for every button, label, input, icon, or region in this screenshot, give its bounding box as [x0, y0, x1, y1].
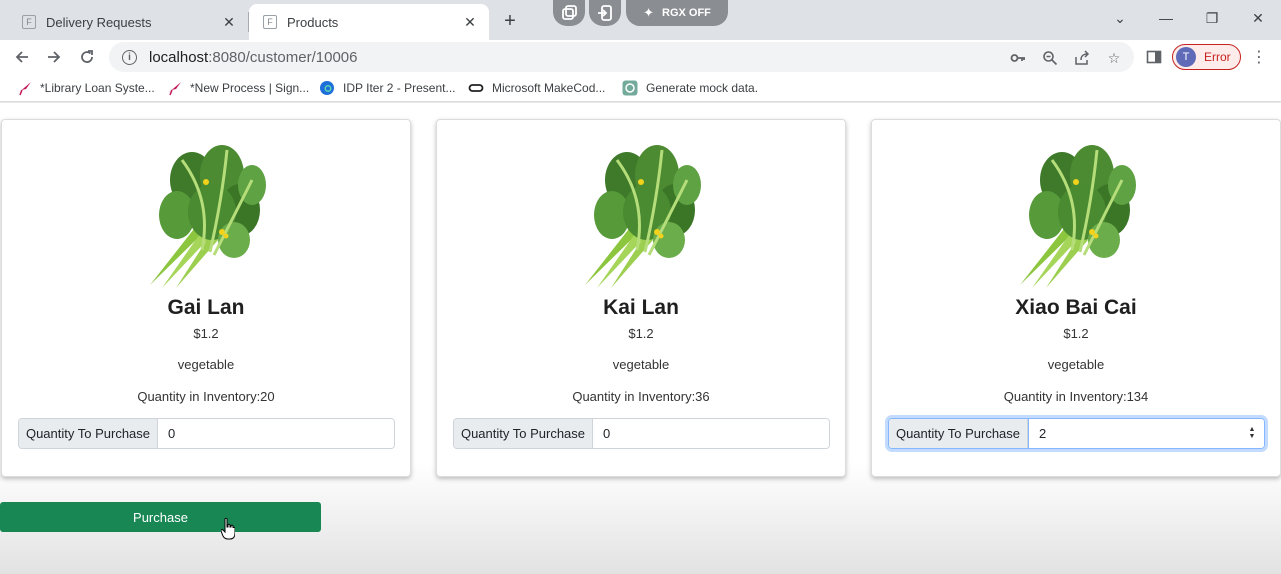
leafy-greens-icon	[1020, 145, 1136, 288]
link-icon	[468, 80, 484, 96]
bookmark-label: *Library Loan Syste...	[40, 81, 155, 95]
rgx-extension-button[interactable]: ✦ RGX OFF	[626, 0, 728, 26]
quantity-input[interactable]	[158, 419, 394, 448]
url-path: :8080/customer/10006	[208, 48, 358, 66]
minimize-icon[interactable]: —	[1154, 8, 1178, 28]
close-tab-icon[interactable]: ✕	[461, 13, 479, 31]
product-name: Kai Lan	[603, 296, 679, 319]
popout-icon[interactable]	[553, 0, 585, 26]
product-price: $1.2	[628, 326, 654, 341]
quantity-input[interactable]	[593, 419, 829, 448]
browser-toolbar: i localhost:8080/customer/10006 ☆ T Erro…	[0, 40, 1281, 74]
url-host: localhost	[149, 48, 209, 66]
bookmark-item[interactable]: Microsoft MakeCod...	[468, 79, 605, 97]
bookmarks-bar: *Library Loan Syste... *New Process | Si…	[0, 74, 1281, 102]
avatar: T	[1176, 47, 1196, 67]
product-image	[142, 140, 272, 290]
profile-button[interactable]: T Error	[1172, 44, 1241, 70]
sparkle-icon: ✦	[643, 5, 654, 20]
reload-icon[interactable]	[74, 44, 100, 70]
product-inventory: Quantity in Inventory:36	[572, 389, 710, 404]
tab-products[interactable]: F Products ✕	[249, 4, 489, 40]
product-card: Gai Lan $1.2 vegetable Quantity in Inven…	[1, 119, 411, 477]
bookmark-item[interactable]: Generate mock data.	[622, 79, 758, 97]
quantity-label: Quantity To Purchase	[889, 419, 1028, 448]
purchase-button[interactable]: Purchase	[0, 502, 321, 532]
product-name: Xiao Bai Cai	[1015, 296, 1137, 319]
bookmark-star-icon[interactable]: ☆	[1105, 49, 1123, 67]
close-window-icon[interactable]: ✕	[1246, 8, 1270, 28]
product-price: $1.2	[1063, 326, 1089, 341]
zoom-icon[interactable]	[1041, 49, 1059, 67]
restore-icon[interactable]: ❐	[1200, 8, 1224, 28]
new-tab-icon[interactable]: +	[498, 9, 522, 33]
profile-status: Error	[1204, 50, 1231, 64]
bookmark-item[interactable]: IDP Iter 2 - Present...	[319, 79, 456, 97]
quantity-input-group: Quantity To Purchase ▲▼	[888, 418, 1265, 449]
page-favicon-icon: F	[263, 15, 277, 29]
address-bar[interactable]: i localhost:8080/customer/10006 ☆	[109, 42, 1134, 72]
product-name: Gai Lan	[167, 296, 245, 319]
number-spinner-icon[interactable]: ▲ ▼	[1248, 426, 1256, 440]
product-inventory: Quantity in Inventory:134	[1003, 389, 1149, 404]
quantity-label: Quantity To Purchase	[454, 419, 593, 448]
bookmark-label: IDP Iter 2 - Present...	[343, 81, 456, 95]
bookmark-item[interactable]: *Library Loan Syste...	[16, 79, 155, 97]
share-icon[interactable]	[1073, 49, 1091, 67]
quantity-label: Quantity To Purchase	[19, 419, 158, 448]
tab-delivery-requests[interactable]: F Delivery Requests ✕	[8, 4, 248, 40]
enter-icon[interactable]	[589, 0, 621, 26]
tab-title: Delivery Requests	[46, 14, 152, 30]
product-category: vegetable	[1047, 357, 1105, 372]
bird-icon	[166, 80, 182, 96]
site-info-icon[interactable]: i	[122, 49, 137, 65]
back-arrow-icon[interactable]	[9, 44, 35, 70]
product-card: Kai Lan $1.2 vegetable Quantity in Inven…	[436, 119, 846, 477]
page-content: Gai Lan $1.2 vegetable Quantity in Inven…	[0, 103, 1281, 574]
edge-icon	[319, 80, 335, 96]
kebab-menu-icon[interactable]: ⋮	[1250, 48, 1268, 66]
product-category: vegetable	[612, 357, 670, 372]
url-text: localhost:8080/customer/10006	[149, 49, 357, 66]
bookmark-item[interactable]: *New Process | Sign...	[166, 79, 309, 97]
bird-icon	[16, 80, 32, 96]
tab-title: Products	[287, 14, 339, 30]
bookmark-label: Generate mock data.	[646, 81, 759, 95]
quantity-input[interactable]	[1028, 419, 1264, 448]
leafy-greens-icon	[585, 145, 701, 288]
key-icon[interactable]	[1009, 49, 1027, 67]
hand-cursor-icon	[221, 518, 235, 540]
page-favicon-icon: F	[22, 15, 36, 29]
bookmark-label: *New Process | Sign...	[190, 81, 310, 95]
tab-strip: F Delivery Requests ✕ F Products ✕ + ✦ R…	[0, 0, 1281, 40]
quantity-input-group: Quantity To Purchase	[453, 418, 830, 449]
quantity-input-group: Quantity To Purchase	[18, 418, 395, 449]
openai-icon	[622, 80, 638, 96]
product-image	[1012, 140, 1142, 290]
product-card: Xiao Bai Cai $1.2 vegetable Quantity in …	[871, 119, 1281, 477]
forward-arrow-icon[interactable]	[41, 44, 67, 70]
product-image	[577, 140, 707, 290]
product-inventory: Quantity in Inventory:20	[137, 389, 275, 404]
product-price: $1.2	[193, 326, 219, 341]
side-panel-icon[interactable]	[1141, 44, 1167, 70]
rgx-extension-label: RGX OFF	[662, 7, 711, 19]
leafy-greens-icon	[150, 145, 266, 288]
tab-search-chevron-icon[interactable]: ⌄	[1108, 8, 1132, 28]
product-category: vegetable	[177, 357, 235, 372]
close-tab-icon[interactable]: ✕	[220, 13, 238, 31]
bookmark-label: Microsoft MakeCod...	[492, 81, 606, 95]
